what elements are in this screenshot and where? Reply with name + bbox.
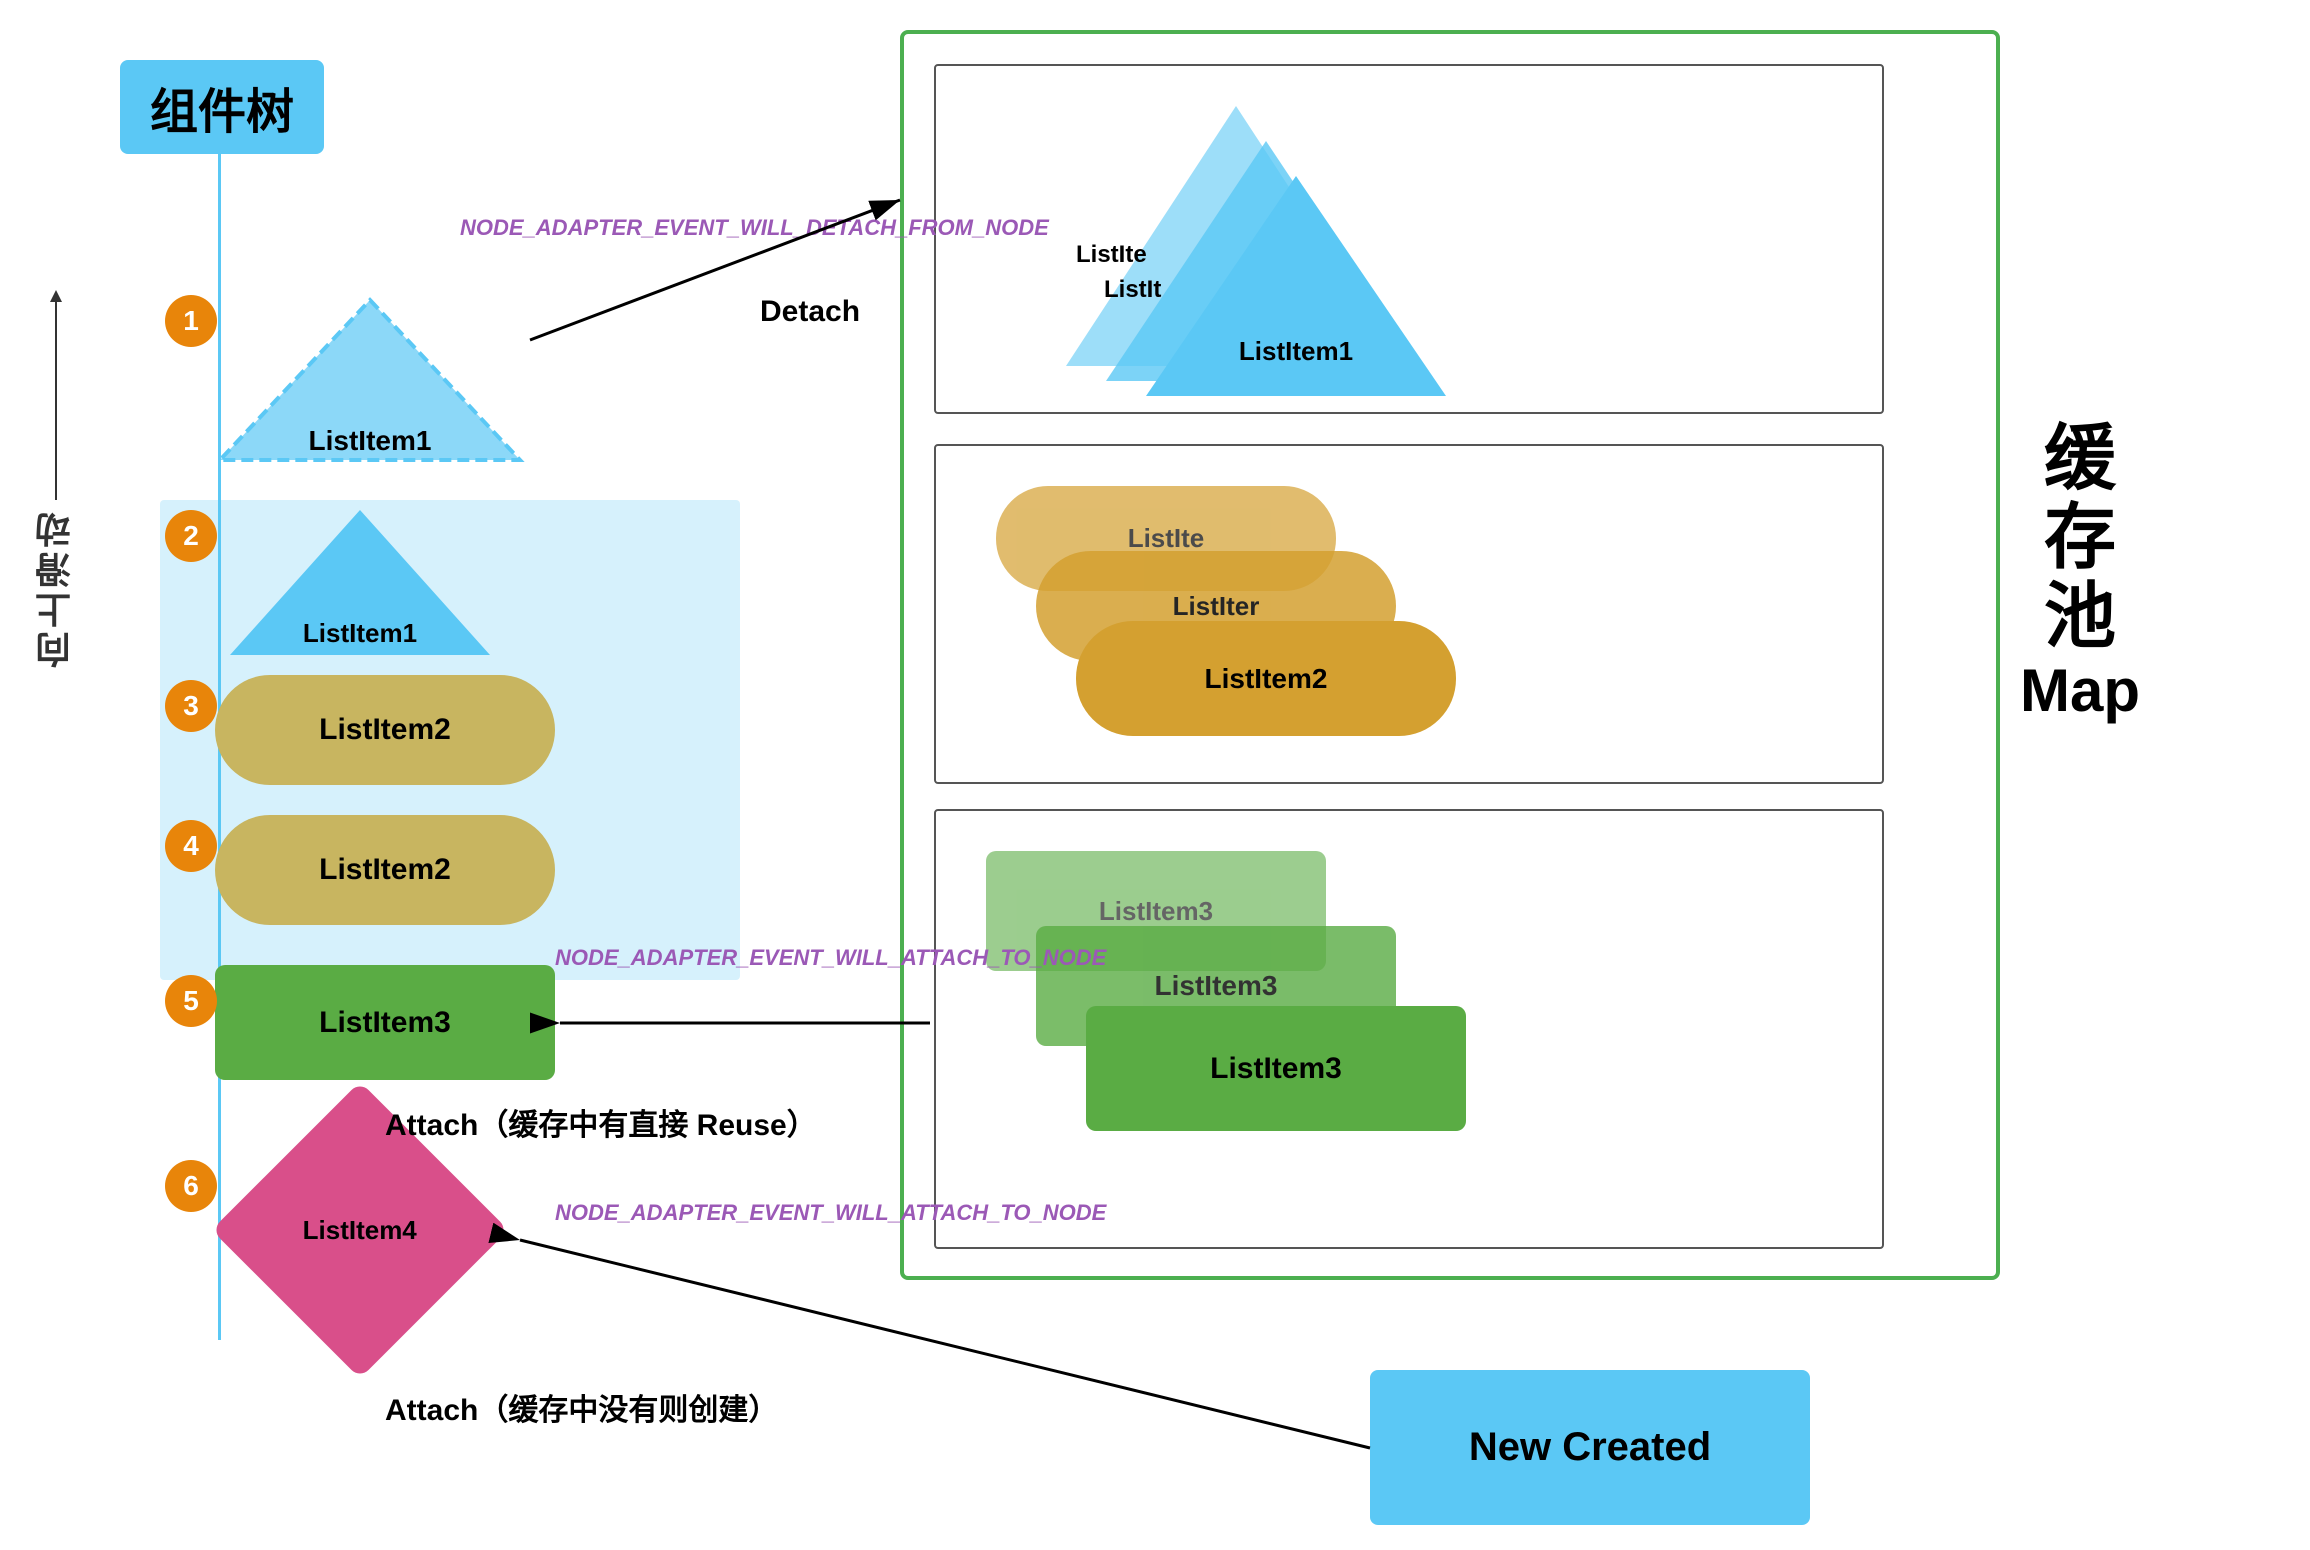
cache-item2-label: ListItem2 (1076, 621, 1456, 736)
cache-pool-label: 缓 存 池 Map (2020, 420, 2140, 724)
badge-3: 3 (165, 680, 217, 732)
item1-label: ListItem1 (210, 425, 530, 457)
new-created-box: New Created (1370, 1370, 1810, 1525)
badge-1: 1 (165, 295, 217, 347)
detach-event-label: NODE_ADAPTER_EVENT_WILL_DETACH_FROM_NODE (460, 215, 1049, 241)
cache-subbox-1: ListItem1 ListIte ListIt (934, 64, 1884, 414)
attach-action2-label: Attach（缓存中没有则创建） (385, 1385, 778, 1429)
badge-6: 6 (165, 1160, 217, 1212)
list-item-4: ListItem2 (215, 815, 555, 925)
badge-2: 2 (165, 510, 217, 562)
list-item-1: ListItem1 (210, 290, 530, 475)
detach-action-label: Detach (760, 295, 860, 329)
scroll-text: 向上滑动 (30, 508, 82, 668)
cache-item1-label: ListItem1 (1136, 336, 1456, 367)
scroll-label: 向上滑动 (30, 300, 82, 668)
item2-label: ListItem1 (220, 618, 500, 649)
cache-pool-box: ListItem1 ListIte ListIt ListIte ListIte… (900, 30, 2000, 1280)
cache-subbox-3: ListItem3 ListItem3 ListItem3 (934, 809, 1884, 1249)
list-item-3: ListItem2 (215, 675, 555, 785)
badge-5: 5 (165, 975, 217, 1027)
cache-item3-label: ListItem3 (1086, 1006, 1466, 1131)
attach-action1-label: Attach（缓存中有直接 Reuse） (385, 1100, 817, 1144)
list-item-2: ListItem1 (220, 500, 500, 665)
scroll-arrow (55, 300, 57, 500)
list-item-5: ListItem3 (215, 965, 555, 1080)
component-tree-title: 组件树 (120, 60, 324, 154)
list-item-6: ListItem4 (210, 1130, 510, 1330)
attach-event1-label: NODE_ADAPTER_EVENT_WILL_ATTACH_TO_NODE (555, 945, 1106, 971)
attach-event2-label: NODE_ADAPTER_EVENT_WILL_ATTACH_TO_NODE (555, 1200, 1106, 1226)
badge-4: 4 (165, 820, 217, 872)
cache-subbox-2: ListIte ListIter ListItem2 (934, 444, 1884, 784)
